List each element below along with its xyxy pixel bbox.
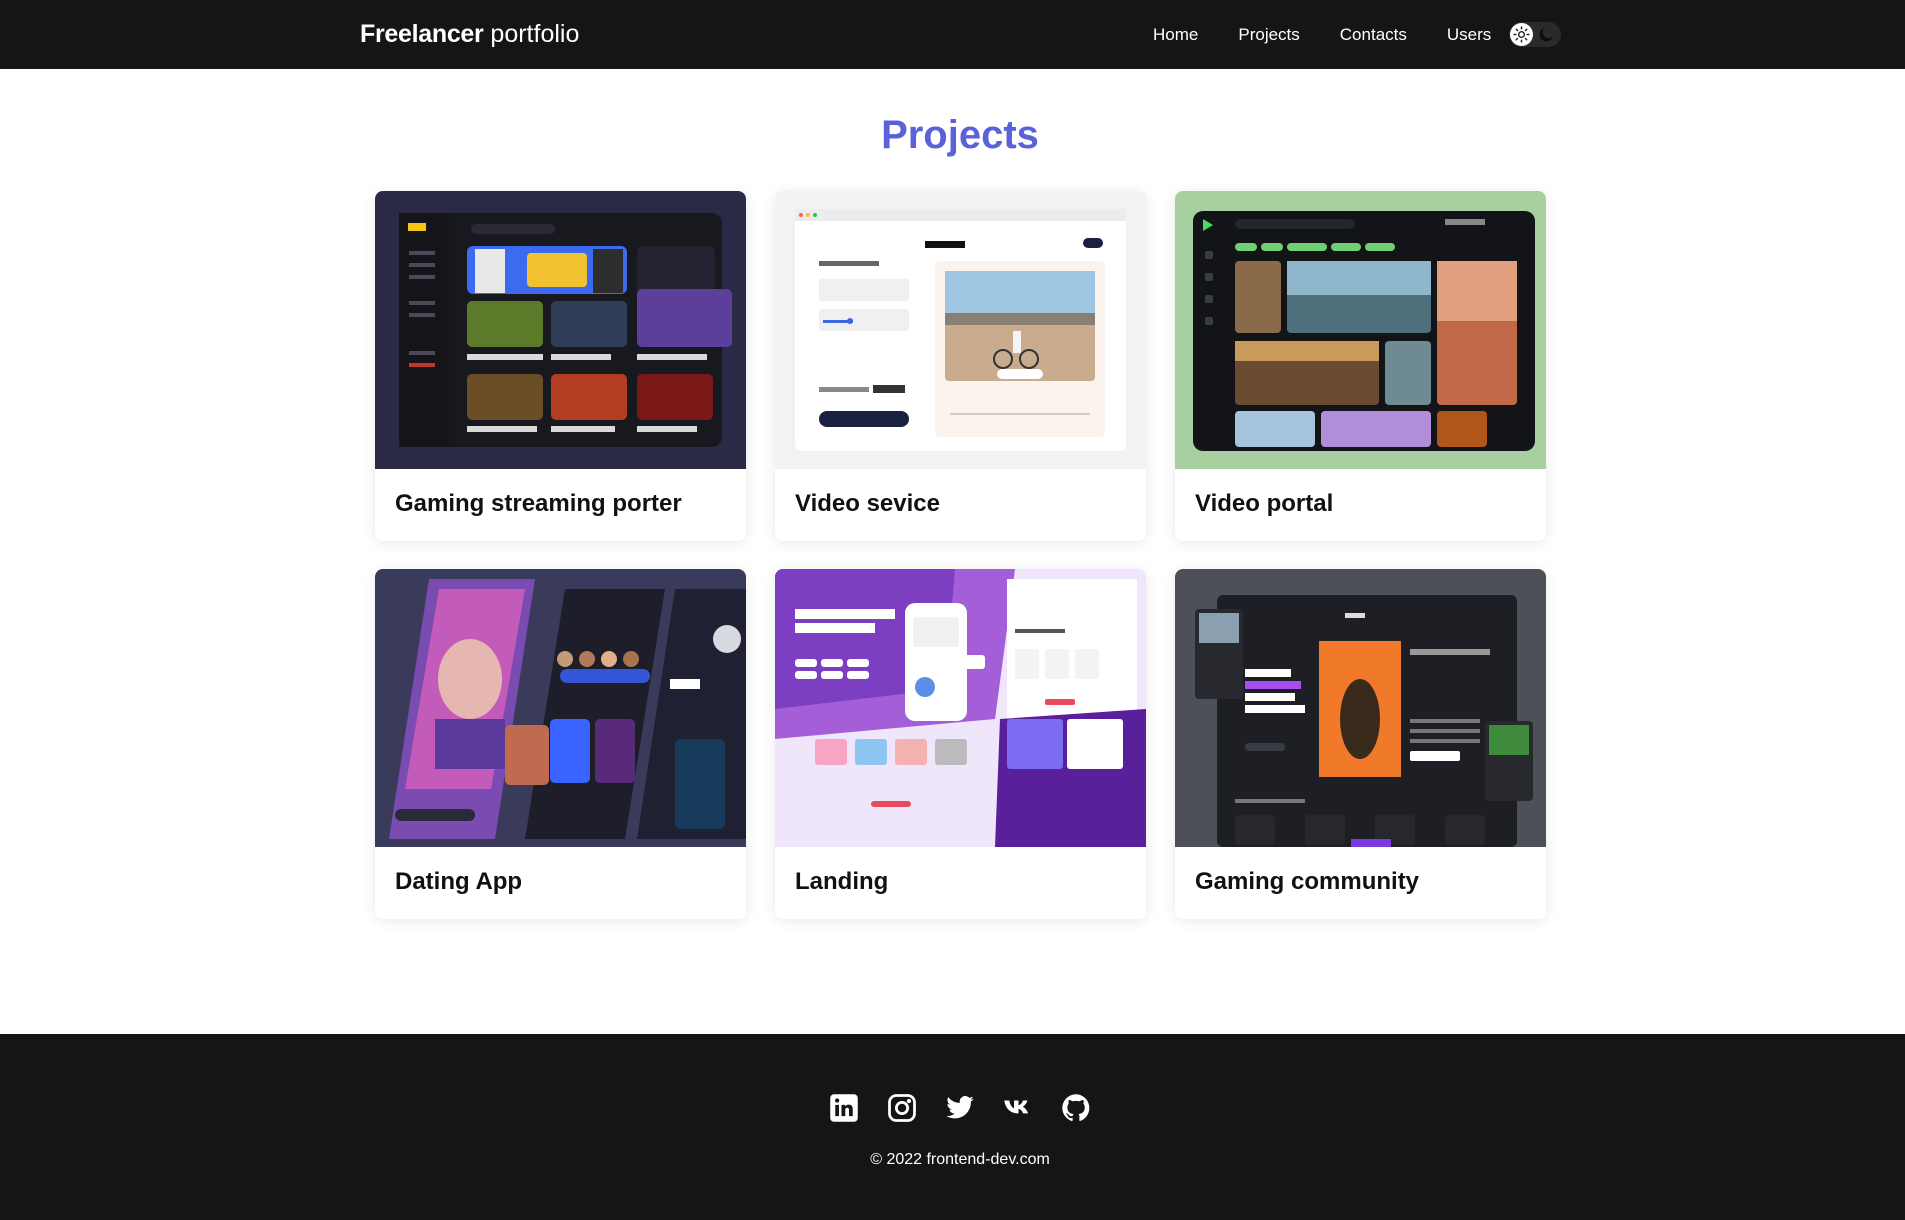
project-card-gaming-streaming[interactable]: Gaming streaming porter (375, 191, 746, 541)
project-card-dating-app[interactable]: Dating App (375, 569, 746, 919)
nav-contacts[interactable]: Contacts (1340, 25, 1407, 45)
theme-toggle[interactable] (1509, 22, 1561, 47)
project-title: Dating App (395, 868, 523, 895)
project-card-landing[interactable]: Landing (775, 569, 1146, 919)
project-card-video-service[interactable]: Video sevice (775, 191, 1146, 541)
twitter-icon[interactable] (945, 1093, 975, 1123)
page-title: Projects (881, 113, 1039, 157)
linkedin-icon[interactable] (829, 1093, 859, 1123)
instagram-icon[interactable] (887, 1093, 917, 1123)
project-thumbnail (775, 569, 1146, 847)
project-thumbnail (1175, 191, 1546, 469)
project-title: Gaming streaming porter (395, 490, 682, 517)
nav-home[interactable]: Home (1153, 25, 1198, 45)
project-title: Landing (795, 868, 889, 895)
social-links (829, 1093, 1091, 1123)
sun-icon (1510, 23, 1533, 46)
project-thumbnail (375, 569, 746, 847)
vk-icon[interactable] (1003, 1093, 1033, 1123)
main-nav: Home Projects Contacts Users (1153, 0, 1491, 69)
brand-logo[interactable]: Freelancer portfolio (360, 20, 579, 48)
project-card-video-portal[interactable]: Video portal (1175, 191, 1546, 541)
nav-projects[interactable]: Projects (1238, 25, 1299, 45)
project-thumbnail (775, 191, 1146, 469)
project-thumbnail (1175, 569, 1546, 847)
site-header: Freelancer portfolio Home Projects Conta… (0, 0, 1905, 69)
site-footer: © 2022 frontend-dev.com (0, 1034, 1905, 1220)
project-card-gaming-community[interactable]: Gaming community (1175, 569, 1546, 919)
project-title: Video sevice (795, 490, 940, 517)
project-thumbnail (375, 191, 746, 469)
moon-icon (1537, 25, 1556, 44)
nav-users[interactable]: Users (1447, 25, 1491, 45)
github-icon[interactable] (1061, 1093, 1091, 1123)
project-title: Video portal (1195, 490, 1334, 517)
project-title: Gaming community (1195, 868, 1420, 895)
copyright-text: © 2022 frontend-dev.com (870, 1151, 1050, 1168)
